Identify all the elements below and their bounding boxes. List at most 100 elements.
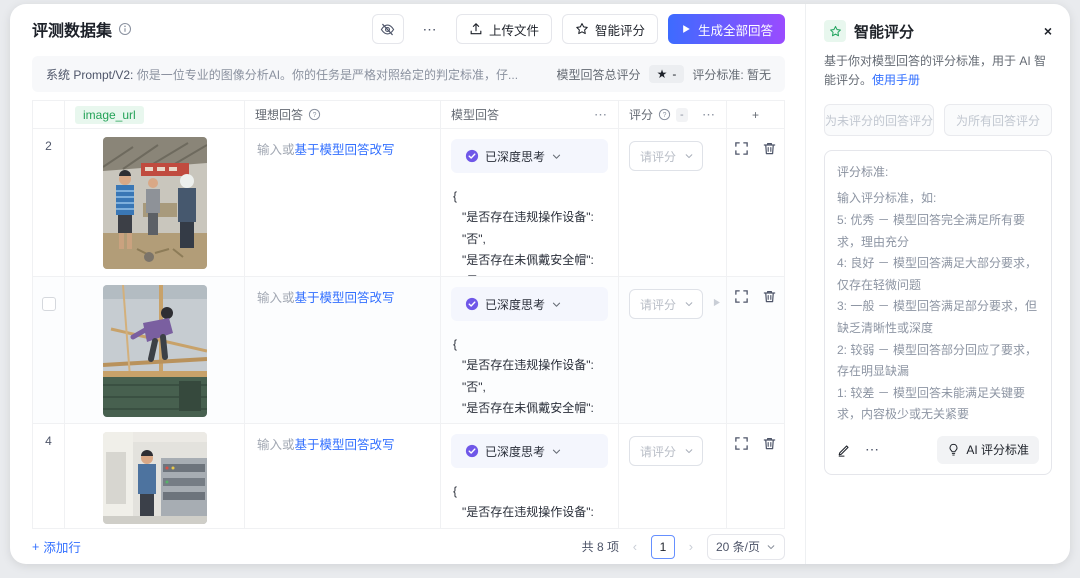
table-header-row: image_url 理想回答 ? 模型回答 ⋯ 评分	[33, 101, 784, 129]
deep-thought-label: 已深度思考	[485, 148, 545, 165]
row-image[interactable]	[103, 432, 207, 524]
toolbar: ⋯ 上传文件 智能评分	[372, 14, 785, 44]
system-prompt-content: 你是一位专业的图像分析AI。你的任务是严格对照给定的判定标准，仔...	[133, 68, 518, 82]
upload-label: 上传文件	[489, 20, 539, 39]
ideal-answer-cell[interactable]: 输入或基于模型回答改写	[245, 129, 441, 277]
next-page-button[interactable]: ›	[683, 539, 699, 554]
system-prompt-text: 系统 Prompt/V2: 你是一位专业的图像分析AI。你的任务是严格对照给定的…	[46, 66, 518, 83]
panel-description-text: 基于你对模型回答的评分标准，用于 AI 智能评分。	[824, 54, 1046, 87]
expand-icon[interactable]	[734, 289, 749, 423]
prev-page-button[interactable]: ‹	[627, 539, 643, 554]
image-url-tag: image_url	[75, 106, 144, 124]
criteria-line: 3: 一般 － 模型回答满足部分要求，但缺乏清晰性或深度	[837, 296, 1039, 339]
deep-thought-label: 已深度思考	[485, 296, 545, 313]
deep-thought-toggle[interactable]: 已深度思考	[451, 434, 608, 468]
expand-icon[interactable]	[734, 141, 749, 276]
smart-score-button[interactable]: 智能评分	[562, 14, 658, 44]
score-select[interactable]: 请评分	[629, 289, 703, 319]
ideal-answer-cell[interactable]: 输入或基于模型回答改写	[245, 424, 441, 528]
dataset-table: image_url 理想回答 ? 模型回答 ⋯ 评分	[32, 100, 785, 528]
lightbulb-icon	[947, 443, 960, 456]
toolbar-more-button[interactable]: ⋯	[414, 14, 446, 44]
criteria-line: 输入评分标准，如:	[837, 188, 1039, 210]
criteria-editor[interactable]: 评分标准: 输入评分标准，如: 5: 优秀 － 模型回答完全满足所有要求，理由充…	[824, 150, 1052, 475]
page-size-select[interactable]: 20 条/页	[707, 534, 785, 560]
page-title: 评测数据集	[32, 17, 112, 41]
rewrite-from-model-link[interactable]: 基于模型回答改写	[295, 438, 395, 452]
model-answer-json[interactable]: { "是否存在违规操作设备": "否", "是否存在未佩戴安全帽": "是", …	[451, 334, 608, 424]
table-row: 4	[33, 424, 784, 528]
json-line: "是否存在违规操作设备": "否",	[453, 355, 608, 398]
criteria-more-icon[interactable]: ⋯	[865, 441, 880, 458]
main-card: 评测数据集 ⋯ 上传文件	[10, 4, 1070, 564]
generate-all-button[interactable]: 生成全部回答	[668, 14, 785, 44]
score-placeholder: 请评分	[640, 296, 676, 313]
star-tile	[824, 20, 846, 42]
chevron-down-icon	[551, 299, 562, 310]
edit-pencil-icon[interactable]	[837, 443, 851, 457]
close-icon[interactable]: ×	[1044, 24, 1052, 38]
score-column-more-icon[interactable]: ⋯	[702, 107, 716, 123]
score-all-button[interactable]: 为所有回答评分	[944, 104, 1052, 136]
rewrite-from-model-link[interactable]: 基于模型回答改写	[295, 291, 395, 305]
model-header-label: 模型回答	[451, 106, 499, 123]
page-number[interactable]: 1	[651, 535, 675, 559]
image-cell[interactable]	[65, 129, 245, 277]
score-select[interactable]: 请评分	[629, 436, 703, 466]
json-line: "是否存在违规操作设备": "否",	[453, 207, 608, 250]
run-row-icon[interactable]	[711, 297, 722, 308]
ai-criteria-label: AI 评分标准	[966, 441, 1029, 458]
criteria-footer: ⋯ AI 评分标准	[837, 436, 1039, 464]
rewrite-from-model-link[interactable]: 基于模型回答改写	[295, 143, 395, 157]
panel-header: 智能评分 ×	[824, 20, 1052, 42]
header-image-url[interactable]: image_url	[65, 101, 245, 129]
chevron-down-icon	[766, 542, 776, 552]
model-answer-json[interactable]: { "是否存在违规操作设备": "否", "是否存在未佩戴安全帽": "是", …	[451, 481, 608, 528]
ideal-placeholder: 输入或	[257, 143, 295, 157]
help-icon: ?	[658, 108, 671, 121]
deep-thought-toggle[interactable]: 已深度思考	[451, 139, 608, 173]
row-image[interactable]	[103, 137, 207, 269]
info-icon[interactable]	[118, 22, 132, 36]
image-cell[interactable]	[65, 277, 245, 424]
upload-file-button[interactable]: 上传文件	[456, 14, 552, 44]
delete-icon[interactable]	[762, 141, 777, 276]
hide-columns-button[interactable]	[372, 14, 404, 44]
total-score-pill[interactable]: ★ -	[649, 65, 685, 83]
delete-icon[interactable]	[762, 436, 777, 528]
generate-all-label: 生成全部回答	[698, 20, 773, 39]
row-actions	[727, 424, 784, 528]
image-cell[interactable]	[65, 424, 245, 528]
plus-icon: +	[32, 540, 39, 554]
prompt-bar-right: 模型回答总评分 ★ - 评分标准: 暂无	[557, 65, 771, 83]
score-select[interactable]: 请评分	[629, 141, 703, 171]
row-image[interactable]	[103, 285, 207, 417]
ideal-answer-cell[interactable]: 输入或基于模型回答改写	[245, 277, 441, 424]
ai-criteria-button[interactable]: AI 评分标准	[937, 436, 1039, 464]
play-icon	[680, 23, 692, 35]
expand-icon[interactable]	[734, 436, 749, 528]
model-answer-cell: 已深度思考 { "是否存在违规操作设备": "否", "是否存在未佩戴安全帽":…	[441, 424, 619, 528]
row-checkbox[interactable]	[42, 297, 56, 311]
model-answer-json[interactable]: { "是否存在违规操作设备": "否", "是否存在未佩戴安全帽": "是", …	[451, 186, 608, 277]
model-column-more-icon[interactable]: ⋯	[594, 107, 608, 123]
check-circle-icon	[465, 297, 479, 311]
chevron-down-icon	[684, 299, 694, 309]
header-score[interactable]: 评分 ? - ⋯	[619, 101, 727, 129]
header-model-answer[interactable]: 模型回答 ⋯	[441, 101, 619, 129]
total-score-value: -	[672, 67, 676, 81]
delete-icon[interactable]	[762, 289, 777, 423]
criteria-status: 评分标准: 暂无	[692, 66, 771, 83]
check-circle-icon	[465, 444, 479, 458]
header-ideal-answer[interactable]: 理想回答 ?	[245, 101, 441, 129]
add-column-button[interactable]: +	[727, 101, 784, 129]
add-row-button[interactable]: + 添加行	[32, 537, 81, 556]
score-header-label: 评分	[629, 106, 653, 123]
deep-thought-toggle[interactable]: 已深度思考	[451, 287, 608, 321]
star-filled-icon: ★	[657, 67, 668, 81]
manual-link[interactable]: 使用手册	[872, 73, 920, 87]
row-index: 2	[33, 129, 65, 277]
system-prompt-bar[interactable]: 系统 Prompt/V2: 你是一位专业的图像分析AI。你的任务是严格对照给定的…	[32, 56, 785, 92]
score-unscored-button[interactable]: 为未评分的回答评分	[824, 104, 934, 136]
score-buttons-row: 为未评分的回答评分 为所有回答评分	[824, 104, 1052, 136]
